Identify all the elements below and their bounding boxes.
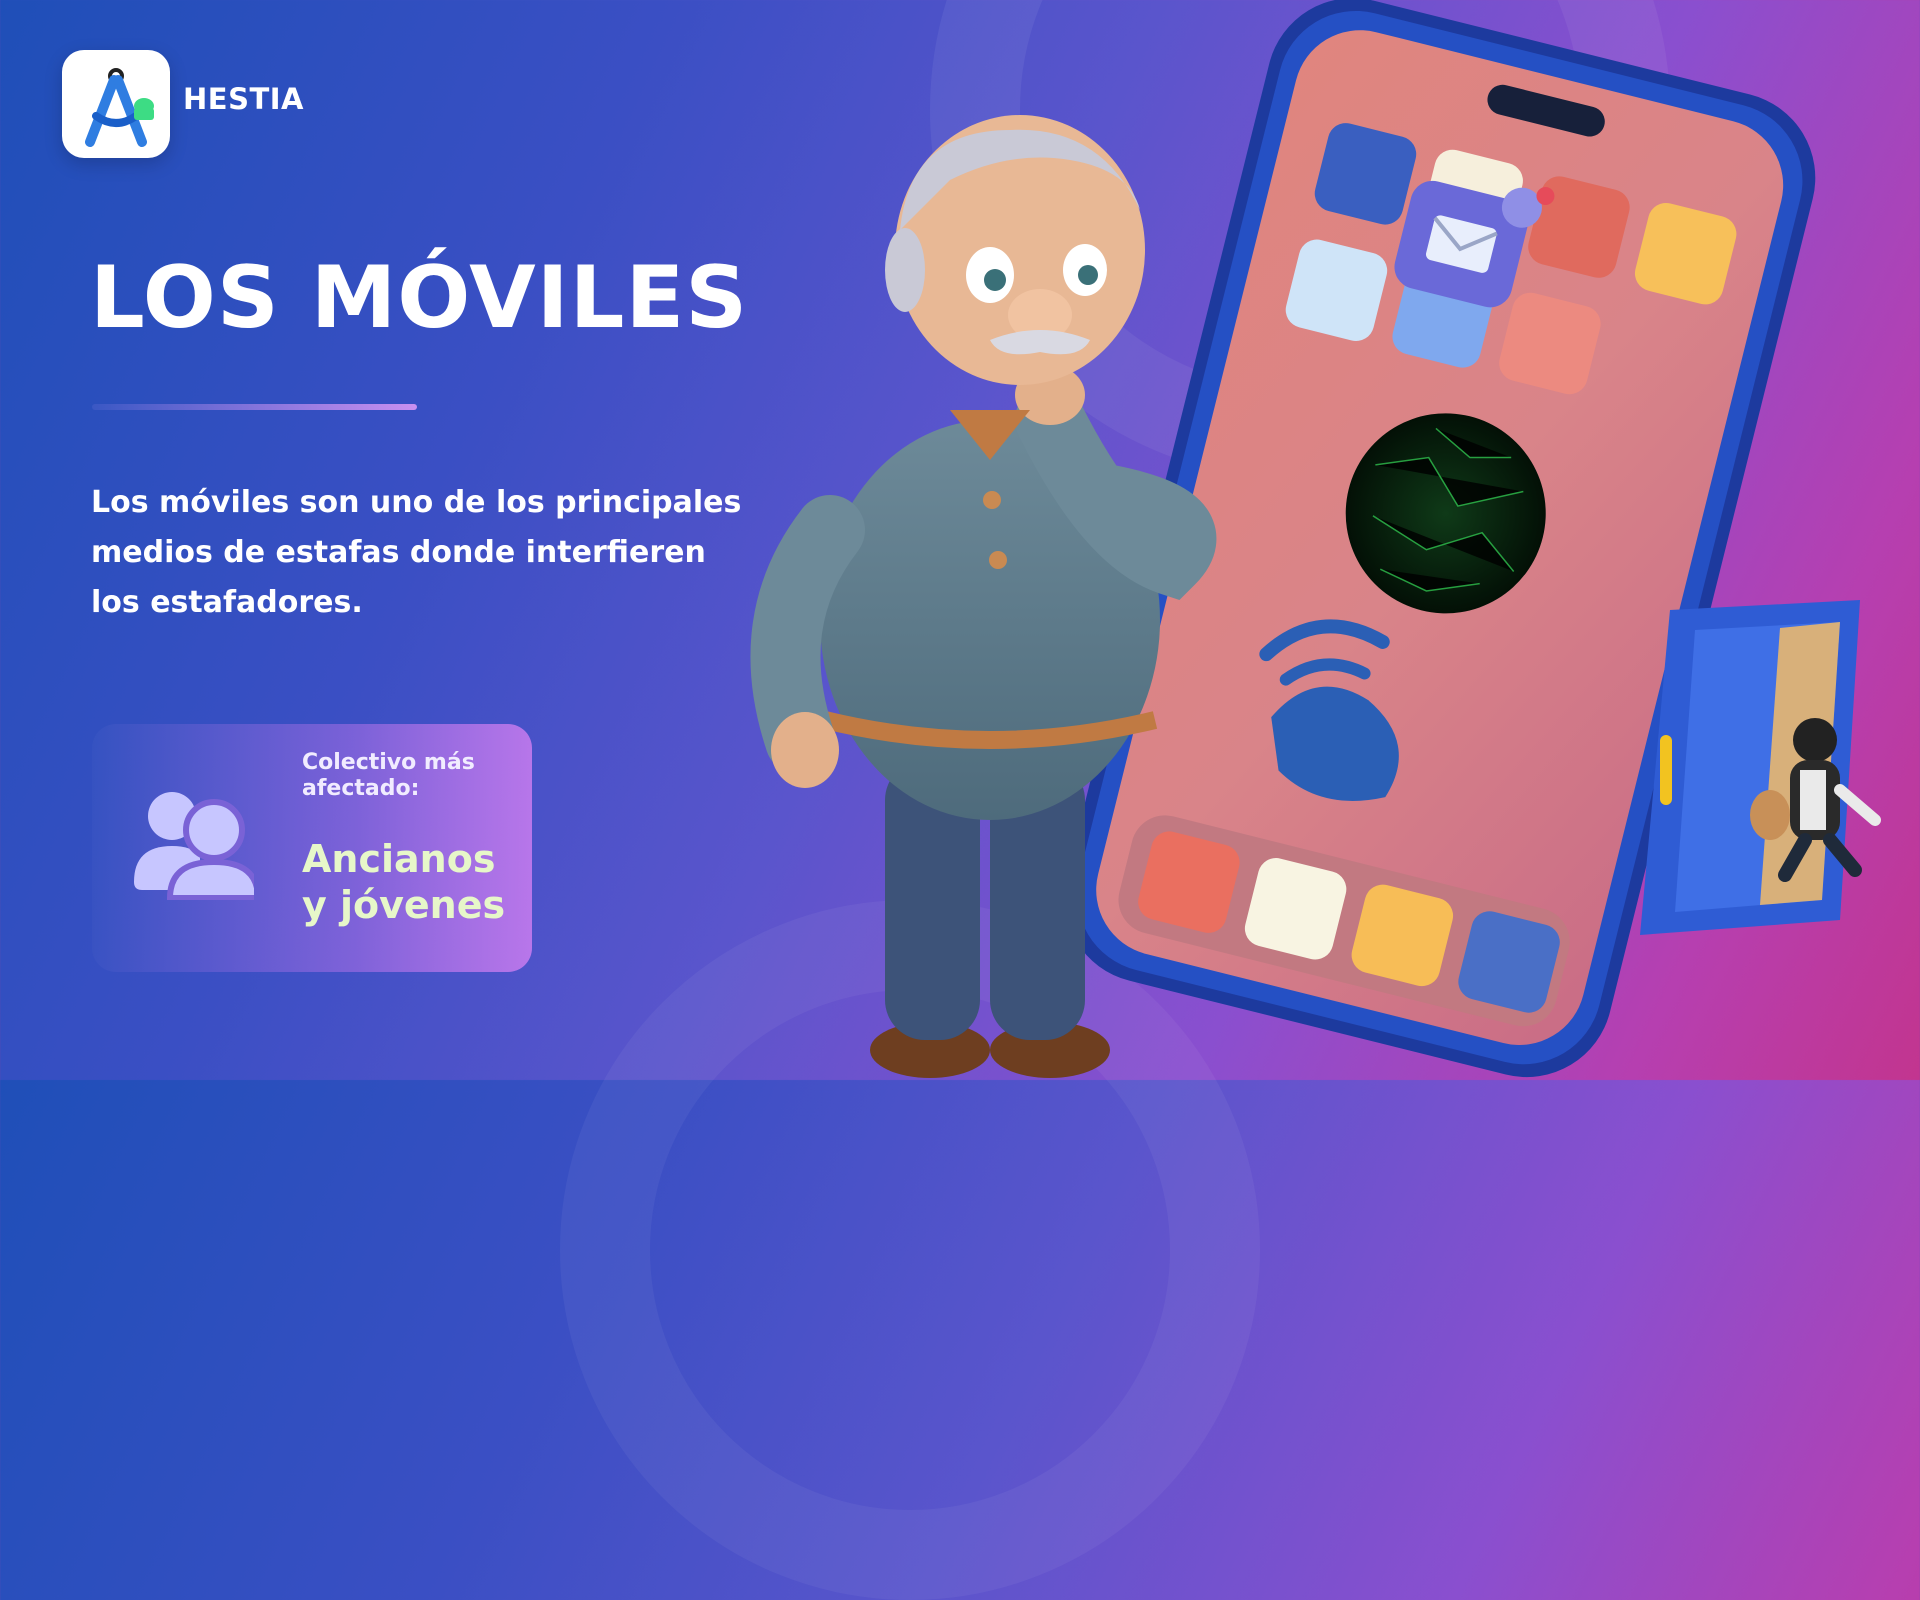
users-icon [134, 792, 254, 900]
title-underline [92, 404, 417, 410]
card-value: Ancianos y jóvenes [302, 837, 506, 927]
brand-logo [62, 50, 170, 158]
card-label: Colectivo más afectado: [302, 750, 475, 801]
affected-group-card: Colectivo más afectado: Ancianos y jóven… [92, 724, 532, 972]
brand-name: HESTIA [183, 82, 304, 116]
description-text: Los móviles son uno de los principales m… [91, 485, 742, 620]
compass-android-icon [85, 68, 154, 147]
scam-illustration [750, 0, 1881, 1078]
page-title: LOS MÓVILES [90, 248, 749, 348]
